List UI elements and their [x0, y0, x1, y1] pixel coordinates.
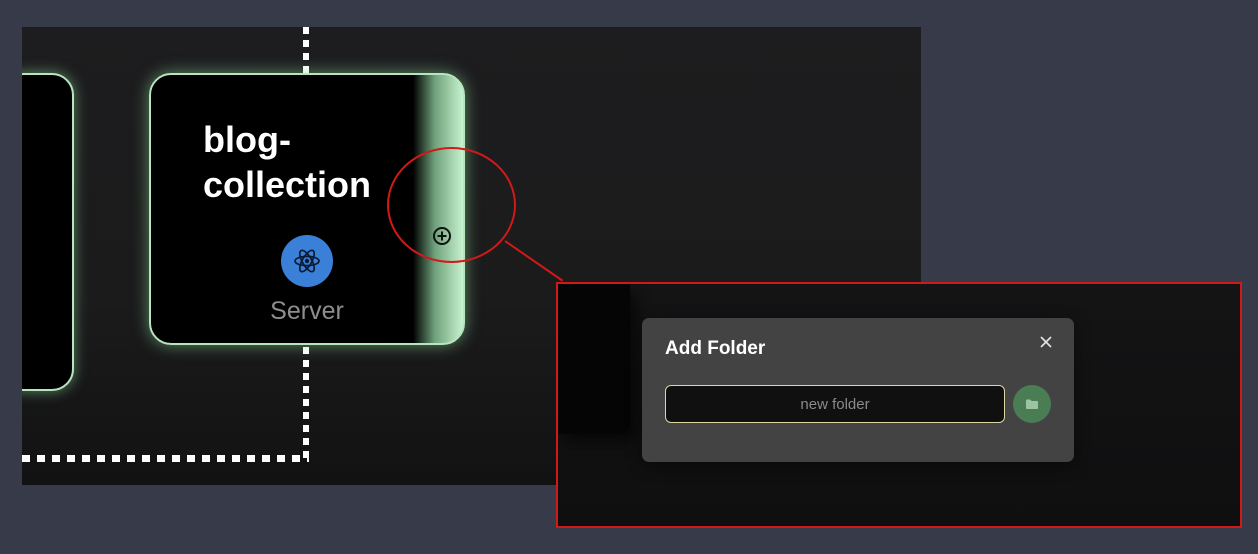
ghost-node — [558, 284, 630, 434]
edge-top-connector — [303, 27, 309, 73]
atom-icon — [281, 235, 333, 287]
add-folder-modal: Add Folder — [642, 318, 1074, 462]
folder-name-input[interactable] — [665, 385, 1005, 423]
highlight-circle — [387, 147, 516, 263]
folder-icon — [1026, 399, 1038, 409]
close-icon[interactable] — [1036, 332, 1056, 352]
zoomed-callout: Add Folder — [556, 282, 1242, 528]
edge-horizontal-connector — [22, 455, 309, 462]
node-left-partial[interactable] — [22, 73, 74, 391]
node-title: blog- collection — [203, 119, 372, 205]
modal-title: Add Folder — [665, 338, 766, 359]
edge-bottom-connector — [303, 347, 309, 459]
add-folder-button[interactable] — [1013, 385, 1051, 423]
node-type-label: Server — [270, 297, 344, 325]
